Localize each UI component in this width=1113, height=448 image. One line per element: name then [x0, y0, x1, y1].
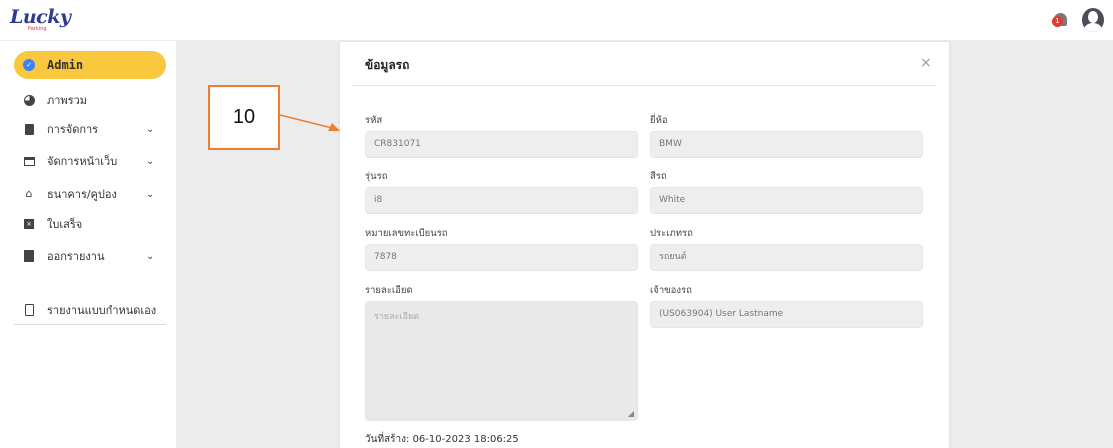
plate-field[interactable]: 7878	[365, 244, 638, 271]
logo-text: Lucky	[10, 6, 71, 28]
top-bar: Lucky Parking 1	[0, 0, 1113, 41]
plate-label: หมายเลขทะเบียนรถ	[365, 228, 448, 239]
user-avatar-icon[interactable]	[1082, 8, 1104, 32]
sidebar-item-label: จัดการหน้าเว็บ	[47, 155, 118, 168]
vehicle-info-modal: ข้อมูลรถ × รหัส CR831071 ยี่ห้อ BMW รุ่น…	[340, 42, 949, 448]
pie-chart-icon	[23, 94, 35, 106]
sidebar-item-label: ภาพรวม	[47, 94, 88, 107]
annotation-callout: 10	[208, 85, 280, 150]
sidebar-item-reports[interactable]: ออกรายงาน ⌄	[14, 242, 166, 270]
sidebar-item-admin[interactable]: ✓ Admin	[14, 51, 166, 79]
annotation-arrow-icon	[280, 114, 340, 131]
chevron-down-icon: ⌄	[146, 188, 155, 200]
model-label: รุ่นรถ	[365, 171, 388, 182]
sidebar-divider	[14, 324, 166, 325]
sidebar-item-label: Admin	[47, 58, 84, 72]
notification-badge: 1	[1052, 16, 1063, 27]
bank-icon: ⌂	[25, 187, 33, 200]
lucky-logo[interactable]: Lucky Parking	[10, 6, 71, 34]
created-date: วันที่สร้าง: 06-10-2023 18:06:25	[365, 434, 519, 445]
color-field[interactable]: White	[650, 187, 923, 214]
detail-placeholder: รายละเอียด	[374, 312, 420, 322]
resize-handle-icon[interactable]: ◢	[628, 409, 634, 418]
sidebar-item-receipt[interactable]: × ใบเสร็จ	[14, 210, 166, 238]
notification-bell-icon[interactable]: 1	[1052, 10, 1070, 30]
modal-title: ข้อมูลรถ	[365, 58, 410, 72]
detail-textarea[interactable]: รายละเอียด ◢	[365, 301, 638, 421]
type-field[interactable]: รถยนต์	[650, 244, 923, 271]
code-label: รหัส	[365, 115, 383, 126]
sidebar: ✓ Admin ภาพรวม การจัดการ ⌄ จัดการหน้าเว็…	[0, 41, 177, 448]
logo-subtext: Parking	[28, 26, 47, 32]
file-icon	[23, 250, 35, 262]
brand-label: ยี่ห้อ	[650, 115, 668, 126]
sidebar-item-label: รายงานแบบกำหนดเอง	[47, 304, 157, 317]
sidebar-item-management[interactable]: การจัดการ ⌄	[14, 115, 166, 143]
sidebar-item-web-pages[interactable]: จัดการหน้าเว็บ ⌄	[14, 147, 166, 175]
document-icon	[23, 123, 35, 135]
sidebar-item-overview[interactable]: ภาพรวม	[14, 86, 166, 114]
owner-label: เจ้าของรถ	[650, 285, 692, 296]
sidebar-item-label: ใบเสร็จ	[47, 218, 83, 231]
sidebar-item-label: การจัดการ	[47, 123, 99, 136]
sidebar-item-custom-report[interactable]: รายงานแบบกำหนดเอง	[14, 296, 166, 324]
sidebar-item-bank-coupon[interactable]: ⌂ ธนาคาร/คูปอง ⌄	[14, 180, 166, 208]
chevron-down-icon: ⌄	[146, 123, 155, 135]
modal-divider	[352, 85, 937, 86]
chevron-down-icon: ⌄	[146, 155, 155, 167]
close-icon[interactable]: ×	[920, 55, 932, 71]
brand-field[interactable]: BMW	[650, 131, 923, 158]
type-label: ประเภทรถ	[650, 228, 693, 239]
sidebar-item-label: ธนาคาร/คูปอง	[47, 188, 117, 201]
window-icon	[23, 155, 35, 167]
owner-field[interactable]: (US063904) User Lastname	[650, 301, 923, 328]
check-circle-icon: ✓	[23, 59, 35, 71]
clipboard-icon	[23, 304, 35, 316]
model-field[interactable]: i8	[365, 187, 638, 214]
chevron-down-icon: ⌄	[146, 250, 155, 262]
sidebar-item-label: ออกรายงาน	[47, 250, 105, 263]
color-label: สีรถ	[650, 171, 667, 182]
code-field[interactable]: CR831071	[365, 131, 638, 158]
detail-label: รายละเอียด	[365, 285, 413, 296]
receipt-icon: ×	[23, 218, 35, 230]
